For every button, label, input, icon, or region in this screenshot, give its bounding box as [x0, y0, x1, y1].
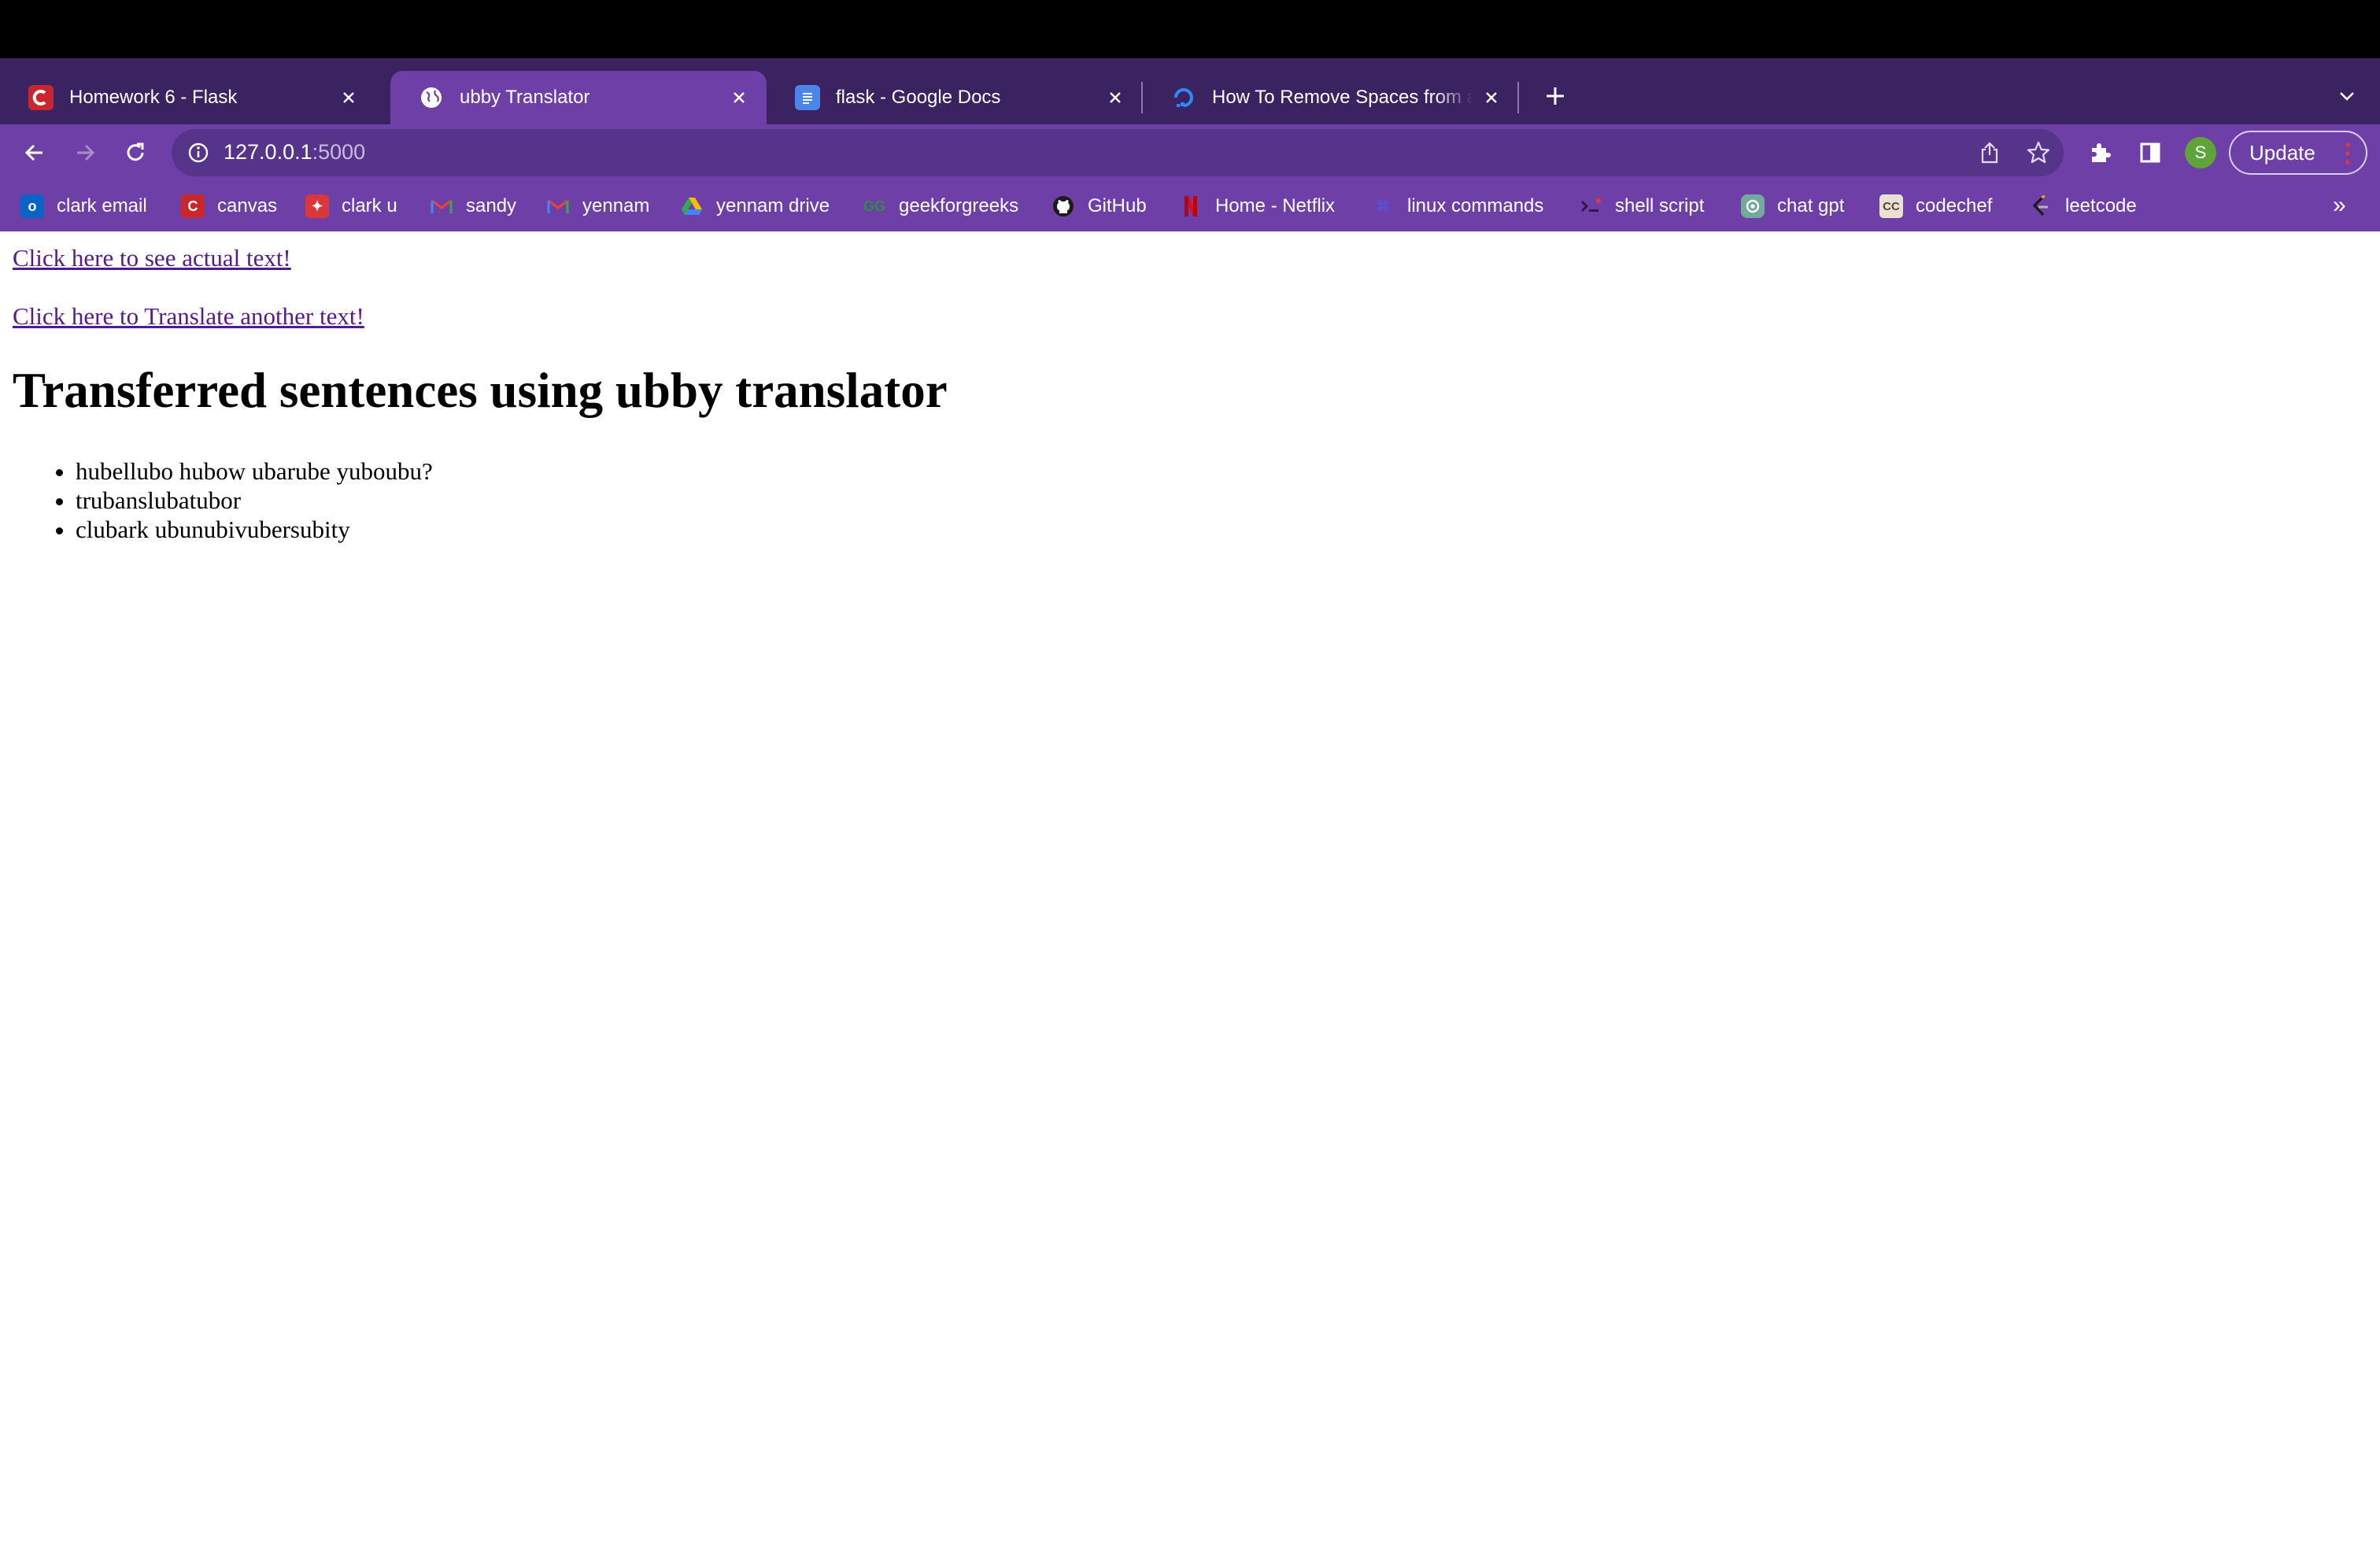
bookmark-yennam[interactable]: yennam	[546, 192, 649, 220]
browser-toolbar: 127.0.0.1:5000 S Update	[0, 124, 2380, 181]
google-docs-icon	[795, 85, 820, 110]
address-bar[interactable]: 127.0.0.1:5000	[172, 129, 2064, 176]
bookmark-label: chat gpt	[1777, 195, 1845, 216]
tab-ubby-translator[interactable]: ubby Translator	[390, 71, 767, 124]
side-panel-icon[interactable]	[2131, 134, 2169, 172]
update-button[interactable]: Update	[2229, 131, 2367, 175]
tab-flask-google-docs[interactable]: flask - Google Docs	[767, 71, 1143, 124]
reload-icon	[127, 142, 144, 161]
profile-avatar[interactable]: S	[2185, 137, 2216, 168]
bookmark-label: GitHub	[1088, 195, 1147, 216]
page-content: Click here to see actual text! Click her…	[0, 231, 2380, 1546]
url-port: :5000	[312, 140, 366, 164]
close-icon[interactable]	[1480, 86, 1503, 109]
macos-menu-area	[0, 0, 2380, 58]
see-actual-text-link[interactable]: Click here to see actual text!	[13, 244, 291, 272]
shell-icon	[1579, 194, 1602, 218]
close-icon[interactable]	[337, 86, 360, 109]
bookmark-label: yennam	[582, 195, 650, 216]
tab-separator	[1517, 82, 1519, 113]
bookmark-label: Home - Netflix	[1215, 195, 1336, 216]
tab-homework-flask[interactable]: Homework 6 - Flask	[0, 71, 376, 124]
bookmark-geekforgreeks[interactable]: GG geekforgreeks	[863, 192, 1018, 220]
bookmark-label: clark u	[342, 195, 397, 216]
bookmarks-bar: o clark email C canvas ✦ clark u sandy y…	[0, 181, 2380, 231]
bookmark-label: yennam drive	[716, 195, 830, 216]
page-title: Transferred sentences using ubby transla…	[13, 363, 948, 418]
github-icon	[1051, 194, 1075, 218]
outlook-icon: o	[20, 194, 44, 218]
bookmark-label: sandy	[466, 195, 517, 216]
bookmark-label: geekforgreeks	[899, 195, 1019, 216]
extensions-puzzle-icon[interactable]	[2081, 134, 2119, 172]
bookmark-label: linux commands	[1407, 195, 1544, 216]
bookmark-clark-u[interactable]: ✦ clark u	[305, 192, 397, 220]
bookmark-sandy[interactable]: sandy	[430, 192, 516, 220]
clark-u-icon: ✦	[305, 194, 329, 218]
bookmark-label: shell script	[1615, 195, 1705, 216]
more-bookmarks-button[interactable]: »	[2333, 192, 2346, 219]
gmail-icon	[430, 194, 453, 218]
bookmark-star-icon[interactable]	[2023, 137, 2054, 168]
bookmark-clark-email[interactable]: o clark email	[20, 192, 147, 220]
tab-search-chevron-down-icon[interactable]	[2330, 79, 2364, 113]
bookmark-yennam-drive[interactable]: yennam drive	[680, 192, 830, 220]
geeksforgeeks-icon: GG	[863, 198, 885, 214]
bookmark-shell-script[interactable]: shell script	[1579, 192, 1704, 220]
canvas-c-icon	[28, 85, 54, 110]
globe-icon	[419, 85, 444, 110]
tab-title: Homework 6 - Flask	[69, 87, 238, 108]
bookmark-canvas[interactable]: C canvas	[181, 192, 277, 220]
list-item: trubanslubatubor	[76, 486, 433, 515]
translate-another-link[interactable]: Click here to Translate another text!	[13, 302, 364, 331]
bookmark-label: leetcode	[2065, 195, 2137, 216]
bookmark-label: codechef	[1916, 195, 1993, 216]
site-info-icon[interactable]	[186, 140, 211, 165]
netflix-icon	[1179, 194, 1203, 218]
back-arrow-icon	[24, 144, 42, 161]
back-button[interactable]	[14, 132, 55, 173]
bookmark-label: clark email	[57, 195, 147, 216]
close-icon[interactable]	[1103, 86, 1127, 109]
codechef-icon: CC	[1879, 194, 1903, 218]
share-icon[interactable]	[1974, 137, 2005, 168]
list-item: hubellubo hubow ubarube yuboubu?	[76, 457, 433, 486]
update-label: Update	[2249, 140, 2315, 165]
tab-remove-spaces[interactable]: How To Remove Spaces from a	[1143, 71, 1519, 124]
digitalocean-icon	[1171, 85, 1196, 110]
address-url[interactable]: 127.0.0.1:5000	[224, 140, 365, 165]
leetcode-icon	[2029, 194, 2053, 218]
tab-title: How To Remove Spaces from a	[1212, 87, 1473, 108]
bookmark-chat-gpt[interactable]: chat gpt	[1741, 192, 1844, 220]
forward-button[interactable]	[65, 132, 105, 173]
google-drive-icon	[680, 194, 704, 218]
gmail-icon	[546, 194, 570, 218]
close-icon[interactable]	[727, 86, 751, 109]
bookmark-leetcode[interactable]: leetcode	[2029, 192, 2137, 220]
tab-title: flask - Google Docs	[836, 87, 1001, 108]
menu-dots-icon[interactable]	[2345, 142, 2350, 165]
linux-icon: ⌘	[1376, 198, 1390, 214]
bookmark-github[interactable]: GitHub	[1051, 192, 1147, 220]
forward-arrow-icon	[77, 144, 95, 161]
new-tab-button[interactable]	[1538, 79, 1572, 113]
list-item: clubark ubunubivubersubity	[76, 515, 433, 544]
bookmark-codechef[interactable]: CC codechef	[1879, 192, 1992, 220]
canvas-c-icon: C	[181, 194, 205, 218]
tab-title: ubby Translator	[460, 87, 590, 108]
bookmark-netflix[interactable]: Home - Netflix	[1179, 192, 1335, 220]
reload-button[interactable]	[115, 132, 156, 173]
url-host: 127.0.0.1	[224, 140, 312, 164]
translated-sentences-list: hubellubo hubow ubarube yuboubu? trubans…	[0, 457, 433, 544]
chatgpt-icon	[1741, 194, 1765, 218]
bookmark-label: canvas	[217, 195, 278, 216]
bookmark-linux-commands[interactable]: ⌘ linux commands	[1371, 192, 1543, 220]
